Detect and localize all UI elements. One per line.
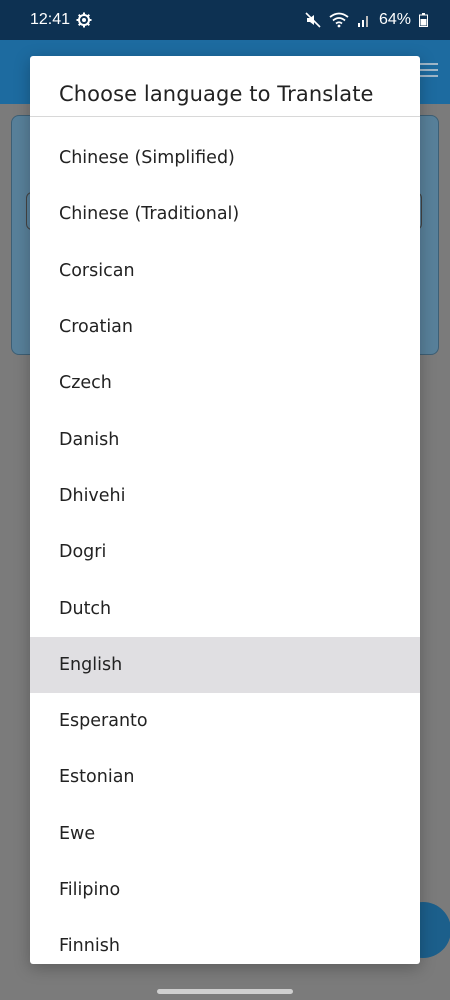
language-option[interactable]: Dogri bbox=[30, 524, 420, 580]
language-option[interactable]: Esperanto bbox=[30, 693, 420, 749]
gear-icon bbox=[76, 12, 92, 28]
language-option[interactable]: Corsican bbox=[30, 243, 420, 299]
language-option[interactable]: Czech bbox=[30, 355, 420, 411]
battery-icon bbox=[419, 13, 428, 27]
dialog-title: Choose language to Translate bbox=[30, 56, 420, 117]
language-option[interactable]: Chinese (Simplified) bbox=[30, 130, 420, 186]
language-dialog: Choose language to Translate Chinese (Si… bbox=[30, 56, 420, 964]
status-left: 12:41 bbox=[30, 11, 92, 29]
language-list: Chinese (Simplified) Chinese (Traditional… bbox=[30, 117, 420, 964]
signal-icon bbox=[357, 13, 371, 27]
status-time: 12:41 bbox=[30, 11, 71, 28]
language-option[interactable]: Croatian bbox=[30, 299, 420, 355]
wifi-icon bbox=[329, 12, 349, 28]
language-option[interactable]: Chinese (Traditional) bbox=[30, 186, 420, 242]
language-option[interactable]: Estonian bbox=[30, 749, 420, 805]
battery-text: 64% bbox=[378, 11, 411, 28]
language-option[interactable]: Ewe bbox=[30, 806, 420, 862]
language-option[interactable]: Danish bbox=[30, 411, 420, 467]
language-option[interactable]: Finnish bbox=[30, 918, 420, 964]
status-right: 64% bbox=[305, 11, 428, 29]
language-option[interactable]: Filipino bbox=[30, 862, 420, 918]
gesture-bar[interactable] bbox=[157, 989, 293, 994]
status-bar: 12:41 64% bbox=[0, 0, 450, 40]
language-option[interactable]: English bbox=[30, 636, 420, 693]
mute-icon bbox=[305, 12, 321, 28]
language-option[interactable]: Dutch bbox=[30, 580, 420, 636]
language-option[interactable]: Dhivehi bbox=[30, 468, 420, 524]
